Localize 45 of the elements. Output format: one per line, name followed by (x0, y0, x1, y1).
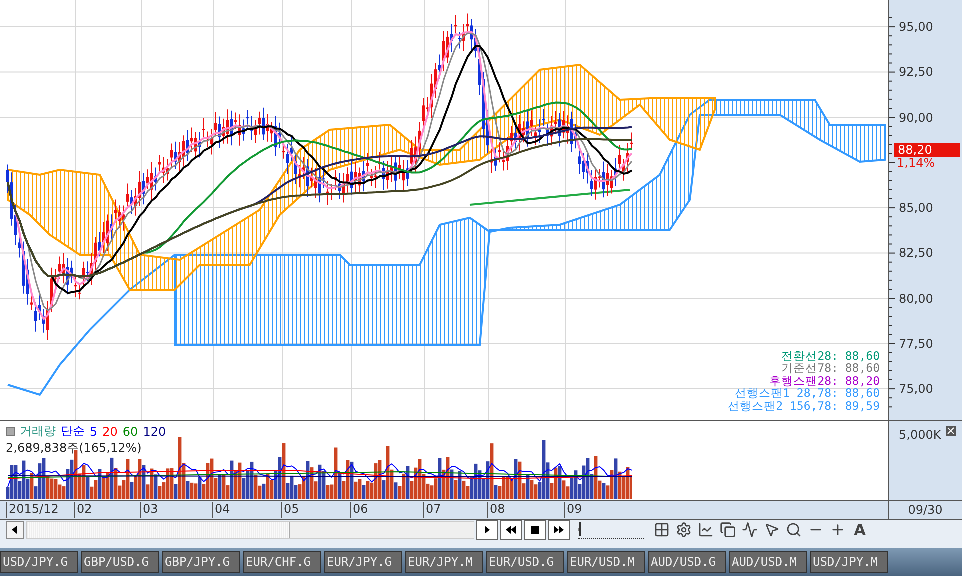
symbol-tab[interactable]: USD/JPY.M (810, 551, 888, 573)
price-axis-label: 80,00 (899, 292, 934, 306)
symbol-tab[interactable]: AUD/USD.G (648, 551, 726, 573)
price-axis-label: 77,50 (899, 336, 934, 351)
symbol-tab[interactable]: EUR/JPY.M (405, 551, 483, 573)
volume-reading: 2,689,838주(165,12%) (6, 440, 143, 457)
symbol-tab[interactable]: EUR/JPY.G (324, 551, 402, 573)
date-axis-label: 02 (74, 502, 92, 518)
symbol-tab[interactable]: USD/JPY.G (0, 551, 78, 573)
date-axis-label: 05 (281, 502, 300, 518)
symbol-tab[interactable]: GBP/JPY.G (162, 551, 240, 573)
volume-title: 거래량 (20, 423, 56, 440)
legend-text: 후행스팬28: 88,20 (770, 374, 880, 387)
ma-period-label: 5 (90, 424, 98, 438)
price-axis-label: 95,00 (899, 20, 934, 34)
symbol-tab[interactable]: AUD/USD.M (729, 551, 807, 573)
symbol-tab[interactable]: GBP/USD.G (81, 551, 159, 573)
date-axis-label: 03 (140, 502, 158, 518)
font-button[interactable]: A (850, 520, 870, 540)
date-axis-label: 06 (350, 502, 368, 518)
legend-text: 전환선28: 88,60 (782, 350, 880, 362)
date-axis-label: 04 (212, 502, 230, 518)
ma-period-label: 20 (102, 424, 118, 438)
symbol-tab[interactable]: EUR/CHF.G (243, 551, 321, 573)
price-axis-label: 90,00 (899, 110, 934, 124)
change-percent: 1,14% (897, 156, 936, 170)
legend-text: 선행스팬2 156,78: 89,59 (728, 400, 880, 412)
ma-period-label: 60 (122, 424, 138, 438)
date-axis-label: 09 (564, 502, 582, 518)
price-axis-label: 82,50 (899, 246, 934, 260)
ma-type-label: 단순 (61, 423, 85, 440)
current-price-tag: 88,20 (894, 143, 960, 158)
price-axis-label: 75,00 (899, 382, 934, 396)
end-date-label: 09/30 (908, 503, 943, 517)
price-axis-label: 85,00 (899, 201, 934, 215)
date-axis-label: 2015/12 (6, 502, 59, 518)
symbol-tab[interactable]: EUR/USD.G (486, 551, 564, 573)
date-axis-label: 08 (487, 502, 506, 518)
date-axis-label: 07 (423, 502, 442, 518)
legend-text: 기준선78: 88,60 (782, 362, 880, 374)
price-axis-label: 92,50 (899, 65, 934, 80)
volume-axis-label: 5,000K (899, 428, 942, 442)
symbol-tab[interactable]: EUR/USD.M (567, 551, 645, 573)
ma-period-label: 120 (143, 424, 166, 438)
legend-text: 선행스팬1 28,78: 88,60 (735, 387, 880, 400)
